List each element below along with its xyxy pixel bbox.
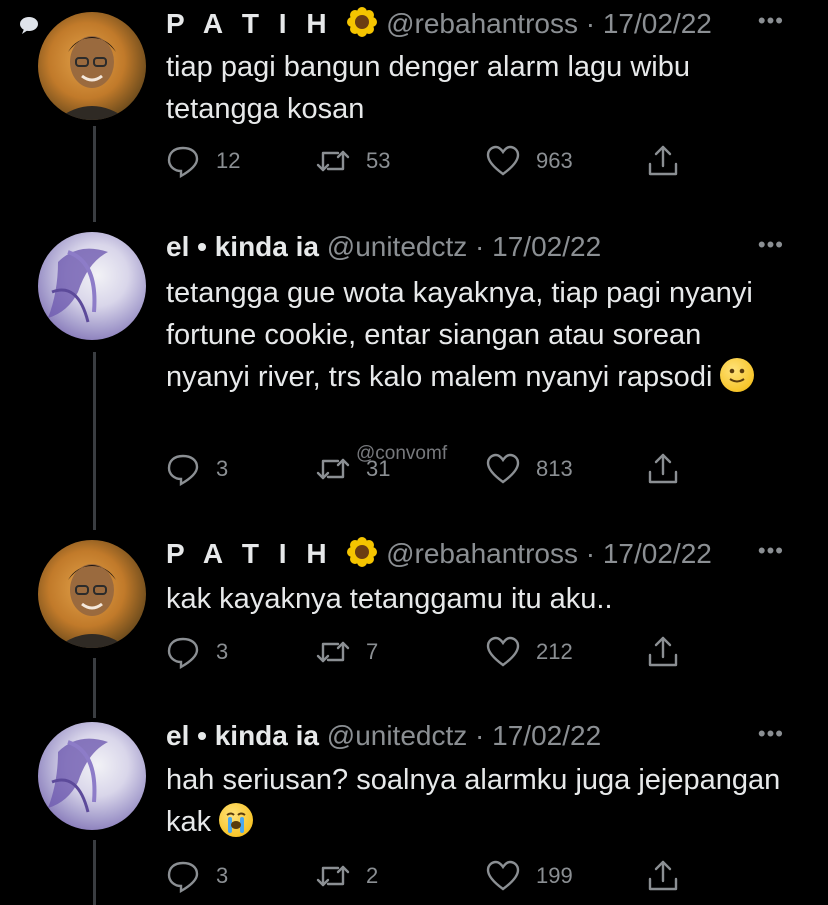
chat-bubble-icon (20, 17, 38, 34)
reply-count: 3 (216, 456, 229, 481)
like-button[interactable]: 212 (486, 632, 573, 672)
reply-count: 3 (216, 639, 229, 664)
retweet-count: 7 (366, 639, 379, 664)
avatar[interactable] (38, 722, 146, 830)
user-handle[interactable]: @rebahantross (386, 8, 578, 39)
retweet-icon (316, 865, 350, 887)
tweet-text: tetangga gue wota kayaknya, tiap pagi ny… (166, 272, 788, 398)
user-handle[interactable]: @unitedctz (327, 231, 468, 262)
retweet-icon (316, 150, 350, 172)
more-icon[interactable]: ••• (758, 538, 784, 564)
tweet-header: el • kinda ia @unitedctz · 17/02/22 (166, 230, 758, 264)
display-name[interactable]: el • kinda ia (166, 720, 319, 751)
display-name[interactable]: el • kinda ia (166, 231, 319, 262)
retweet-count: 2 (366, 863, 379, 888)
heart-icon (486, 860, 520, 891)
like-count: 963 (536, 148, 573, 173)
thread-line (93, 658, 96, 718)
display-name[interactable]: P A T I H (166, 538, 333, 569)
heart-icon (486, 453, 520, 484)
tweet-actions: 12 53 963 (166, 141, 726, 181)
like-count: 199 (536, 863, 573, 888)
like-count: 813 (536, 456, 573, 481)
tweet-text-content: tetangga gue wota kayaknya, tiap pagi ny… (166, 277, 753, 393)
avatar-photo (48, 248, 108, 323)
avatar[interactable] (38, 232, 146, 340)
retweet-icon (316, 641, 350, 663)
separator-dot: · (585, 8, 596, 39)
heart-icon (486, 636, 520, 667)
sunflower-icon (347, 537, 378, 567)
tweet-date[interactable]: 17/02/22 (603, 8, 712, 39)
heart-icon (486, 145, 520, 176)
retweet-button[interactable]: 31 (316, 449, 390, 489)
share-icon (648, 860, 678, 891)
share-icon (648, 453, 678, 484)
like-button[interactable]: 963 (486, 141, 573, 181)
thread-line (93, 352, 96, 530)
display-name[interactable]: P A T I H (166, 8, 333, 39)
tweet-header: P A T I H @rebahantross · 17/02/22 (166, 6, 758, 41)
like-button[interactable]: 199 (486, 856, 573, 896)
reply-button[interactable]: 3 (166, 632, 228, 672)
retweet-button[interactable]: 7 (316, 632, 378, 672)
more-icon[interactable]: ••• (758, 8, 784, 34)
thread-line (93, 126, 96, 222)
avatar-photo (48, 738, 108, 813)
sunflower-icon (347, 7, 378, 37)
tweet-text: tiap pagi bangun denger alarm lagu wibu … (166, 51, 690, 125)
separator-dot: · (475, 231, 485, 262)
tweet-date[interactable]: 17/02/22 (492, 231, 601, 262)
tweet-header: P A T I H @rebahantross · 17/02/22 (166, 536, 758, 571)
reply-icon (167, 637, 199, 669)
reply-icon (167, 861, 199, 893)
reply-count: 12 (216, 148, 241, 173)
retweet-button[interactable]: 2 (316, 856, 378, 896)
user-handle[interactable]: @rebahantross (386, 538, 578, 569)
separator-dot: · (475, 720, 485, 751)
tweet-text: hah seriusan? soalnya alarmku juga jejep… (166, 759, 788, 843)
like-count: 212 (536, 639, 573, 664)
share-icon (648, 145, 678, 176)
avatar[interactable] (38, 540, 146, 648)
tweet-header: el • kinda ia @unitedctz · 17/02/22 (166, 719, 758, 753)
tweet-text: kak kayaknya tetanggamu itu aku.. (166, 583, 613, 615)
thread-line (93, 840, 96, 905)
reply-button[interactable]: 3 (166, 449, 228, 489)
crying-emoji (219, 803, 254, 837)
share-button[interactable] (646, 449, 680, 489)
tweet-date[interactable]: 17/02/22 (603, 538, 712, 569)
share-button[interactable] (646, 141, 680, 181)
reply-button[interactable]: 3 (166, 856, 228, 896)
tweet-actions: 3 31 813 (166, 449, 726, 489)
reply-button[interactable]: 12 (166, 141, 240, 181)
avatar-photo (56, 36, 128, 120)
user-handle[interactable]: @unitedctz (327, 720, 468, 751)
retweet-button[interactable]: 53 (316, 141, 390, 181)
reply-icon (167, 454, 199, 486)
tweet-actions: 3 7 212 (166, 632, 726, 672)
share-button[interactable] (646, 632, 680, 672)
more-icon[interactable]: ••• (758, 721, 784, 747)
share-icon (648, 636, 678, 667)
reply-icon (167, 146, 199, 178)
avatar[interactable] (38, 12, 146, 120)
retweet-count: 31 (366, 456, 391, 481)
tweet-date[interactable]: 17/02/22 (492, 720, 601, 751)
smile-emoji (720, 358, 755, 392)
reply-count: 3 (216, 863, 229, 888)
retweet-count: 53 (366, 148, 391, 173)
retweet-icon (316, 458, 350, 480)
share-button[interactable] (646, 856, 680, 896)
like-button[interactable]: 813 (486, 449, 573, 489)
separator-dot: · (585, 538, 596, 569)
avatar-photo (56, 564, 128, 648)
more-icon[interactable]: ••• (758, 232, 784, 258)
tweet-text-content: hah seriusan? soalnya alarmku juga jejep… (166, 764, 781, 838)
tweet-actions: 3 2 199 (166, 856, 726, 896)
